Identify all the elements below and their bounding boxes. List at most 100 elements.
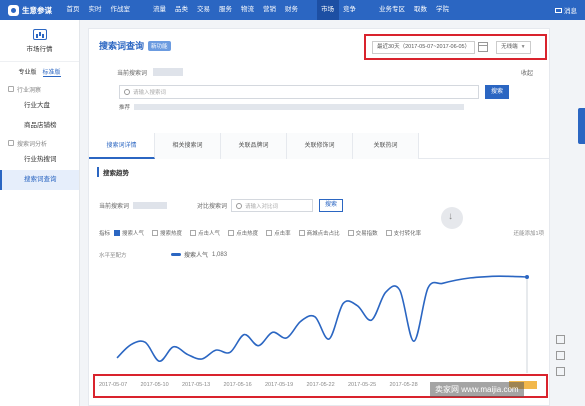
side-tools (556, 335, 570, 383)
checkbox-icon (190, 230, 197, 236)
search-icon (124, 89, 130, 95)
device-select[interactable]: 无线端 ▼ (496, 40, 531, 54)
max-metrics-hint: 还能添加1项 (513, 231, 544, 237)
date-filter-highlight: 最近30天（2017-05-07~2017-06-05） 无线端 ▼ (364, 34, 547, 60)
search-button[interactable]: 搜索 (485, 85, 509, 99)
page-title: 搜索词查询 (99, 41, 145, 51)
x-tick-label: 2017-05-22 (306, 382, 335, 388)
metric-checkbox[interactable]: 支付转化率 (385, 229, 422, 237)
collapse-link[interactable]: 收起 (521, 68, 533, 77)
date-range-picker[interactable]: 最近30天（2017-05-07~2017-06-05） (372, 40, 476, 54)
recommend-words-redacted (134, 104, 465, 110)
x-tick-label: 2017-05-07 (99, 382, 128, 388)
calendar-icon[interactable] (478, 42, 489, 52)
legend-value: 1,083 (212, 251, 228, 258)
top-navigation-bar: 生意参谋 首页 实时 作战室 流量 品类 交易 服务 物流 营销 财务 市场 竞争 业务专区 取数 学院 消… (0, 0, 585, 20)
edition-pro[interactable]: 专业版 (18, 67, 36, 77)
x-tick-label: 2017-05-28 (389, 382, 418, 388)
chevron-down-icon: ▼ (520, 43, 526, 50)
nav-item[interactable]: 学院 (432, 0, 454, 20)
sidebar-item-search-word-query[interactable]: 搜索词查询 (0, 170, 79, 190)
messages-label: 消息 (564, 8, 577, 15)
metric-label: 点击人气 (198, 231, 221, 237)
metric-checkbox[interactable]: 交易指数 (347, 229, 378, 237)
messages-link[interactable]: 消息 (555, 5, 577, 15)
legend-swatch (171, 253, 181, 256)
checkbox-icon (152, 230, 159, 236)
compare-search-button[interactable]: 搜索 (319, 199, 344, 212)
tab-1[interactable]: 相关搜索词 (155, 133, 221, 159)
compare-input[interactable]: 请输入对比词 (231, 199, 314, 212)
nav-item[interactable]: 物流 (237, 0, 259, 20)
data-point-marker[interactable] (525, 275, 529, 279)
top-icon[interactable] (556, 367, 565, 376)
search-input[interactable]: 请输入搜索词 (119, 85, 479, 99)
metric-checkbox[interactable]: 点击热度 (228, 229, 258, 237)
metric-label: 搜索热度 (160, 231, 183, 237)
nav-item[interactable]: 财务 (281, 0, 303, 20)
current-word-label: 当前搜索词 (116, 70, 147, 77)
metrics-row: 指标 搜索人气 搜索热度 点击人气 点击热度 点击率 商城点击占比 交易指数 支付转化率 还能添… (99, 229, 544, 237)
nav-item[interactable]: 首页 (62, 0, 84, 20)
qr-icon[interactable] (556, 335, 565, 344)
new-feature-badge: 新功能 (148, 40, 171, 51)
keyword-value-redacted (133, 202, 168, 209)
search-icon (236, 202, 243, 209)
nav-item[interactable]: 服务 (215, 0, 237, 20)
sidebar-group-search: 搜索词分析 (0, 136, 79, 150)
metric-label: 支付转化率 (393, 231, 422, 237)
sidebar-item-product-shop-rank[interactable]: 商品店铺榜 (0, 116, 79, 136)
nav-item[interactable]: 作战室 (106, 0, 135, 20)
metric-checkbox[interactable]: 商城点击占比 (298, 229, 340, 237)
sidebar-header[interactable]: 市场行情 (0, 20, 79, 62)
metric-label: 搜索人气 (122, 231, 145, 237)
metric-checkbox[interactable]: 搜索热度 (152, 229, 182, 237)
share-icon[interactable] (556, 351, 565, 360)
sidebar-group-label: 搜索词分析 (17, 141, 48, 148)
sidebar: 市场行情 专业版 标准版 行业洞察 行业大盘 商品店铺榜 搜索词分析 行业热搜词… (0, 20, 80, 406)
sidebar-header-label: 市场行情 (26, 45, 53, 53)
metric-checkbox[interactable]: 点击人气 (190, 229, 220, 237)
compare-row: 当前搜索词 对比搜索词 请输入对比词 搜索 (99, 199, 344, 212)
metric-label: 商城点击占比 (306, 231, 340, 237)
series-line (116, 275, 528, 363)
tab-4[interactable]: 关联热词 (353, 133, 419, 159)
app-logo[interactable]: 生意参谋 (0, 4, 62, 16)
section-title: 搜索趋势 (97, 167, 129, 177)
mail-icon (555, 7, 562, 13)
metric-checkbox[interactable]: 点击率 (266, 229, 291, 237)
sidebar-group-industry: 行业洞察 (0, 82, 79, 96)
x-tick-label: 2017-05-10 (140, 382, 169, 388)
method-label: 水平至配方 (99, 253, 127, 259)
tab-0[interactable]: 搜索词详情 (89, 133, 155, 159)
sidebar-group-label: 行业洞察 (17, 87, 42, 94)
sidebar-item-hot-search-words[interactable]: 行业热搜词 (0, 150, 79, 170)
detail-tabs: 搜索词详情 相关搜索词 关联品牌词 关联修饰词 关联热词 (89, 133, 549, 159)
sidebar-item-industry-overview[interactable]: 行业大盘 (0, 96, 79, 116)
feedback-float-tab[interactable] (578, 108, 585, 144)
metric-checkbox[interactable]: 搜索人气 (114, 229, 144, 237)
nav-item[interactable]: 取数 (410, 0, 432, 20)
nav-item[interactable]: 品类 (171, 0, 193, 20)
scroll-down-icon[interactable] (441, 207, 463, 229)
nav-item[interactable]: 流量 (149, 0, 171, 20)
metric-label: 点击热度 (236, 231, 259, 237)
recommend-label: 推荐 (119, 105, 131, 111)
compare-placeholder: 请输入对比词 (245, 203, 279, 210)
tab-2[interactable]: 关联品牌词 (221, 133, 287, 159)
nav-item[interactable]: 市场 (316, 0, 339, 20)
checkbox-icon (385, 230, 392, 236)
nav-item[interactable]: 交易 (193, 0, 215, 20)
chart-legend[interactable]: 搜索人气 1,083 (171, 250, 227, 259)
checkbox-icon (298, 230, 305, 236)
search-word-block: 当前搜索词 收起 请输入搜索词 搜索 推荐 (99, 65, 541, 111)
nav-item[interactable]: 业务专区 (375, 0, 410, 20)
x-tick-label: 2017-05-16 (223, 382, 252, 388)
nav-item[interactable]: 竞争 (339, 0, 361, 20)
edition-standard[interactable]: 标准版 (42, 67, 61, 77)
tab-3[interactable]: 关联修饰词 (287, 133, 353, 159)
nav-item[interactable]: 实时 (84, 0, 106, 20)
checkbox-icon (347, 230, 354, 236)
checkbox-icon (228, 230, 235, 236)
nav-item[interactable]: 营销 (259, 0, 281, 20)
